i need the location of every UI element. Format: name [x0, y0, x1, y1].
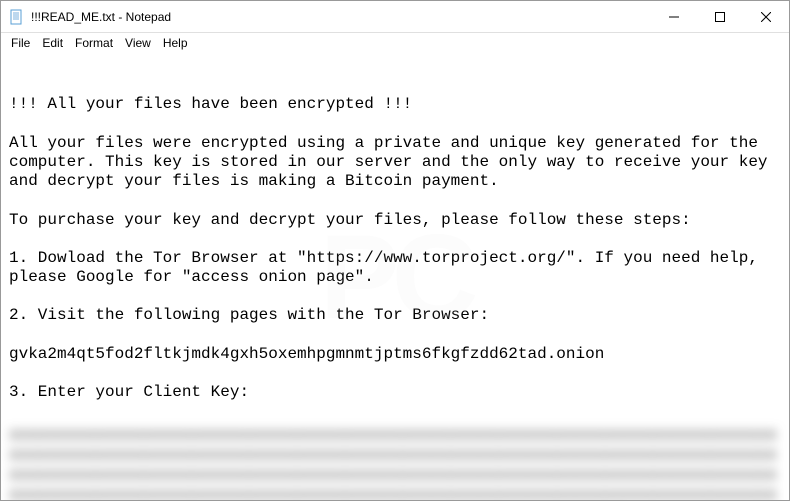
content-line: 2. Visit the following pages with the To…	[9, 306, 489, 324]
window-controls	[651, 1, 789, 32]
content-line: gvka2m4qt5fod2fltkjmdk4gxh5oxemhpgmnmtjp…	[9, 345, 604, 363]
menu-edit[interactable]: Edit	[36, 34, 69, 52]
maximize-button[interactable]	[697, 1, 743, 33]
content-line: 3. Enter your Client Key:	[9, 383, 249, 401]
content-line: To purchase your key and decrypt your fi…	[9, 211, 691, 229]
notepad-icon	[9, 9, 25, 25]
content-line: All your files were encrypted using a pr…	[9, 134, 777, 190]
content-line: 1. Dowload the Tor Browser at "https://w…	[9, 249, 768, 286]
minimize-button[interactable]	[651, 1, 697, 33]
titlebar[interactable]: !!!READ_ME.txt - Notepad	[1, 1, 789, 33]
menu-file[interactable]: File	[5, 34, 36, 52]
content-line: !!! All your files have been encrypted !…	[9, 95, 412, 113]
menu-help[interactable]: Help	[157, 34, 194, 52]
menu-view[interactable]: View	[119, 34, 157, 52]
window-title: !!!READ_ME.txt - Notepad	[31, 10, 651, 24]
notepad-window: !!!READ_ME.txt - Notepad File Edit Forma…	[0, 0, 790, 501]
menu-format[interactable]: Format	[69, 34, 119, 52]
text-area[interactable]: PC !!! All your files have been encrypte…	[1, 53, 789, 500]
client-key-blurred: XXXXXXXXXXXXXXXXXXXXXXXXXXXXXXXXXXXXXXXX…	[9, 426, 781, 500]
menubar: File Edit Format View Help	[1, 33, 789, 53]
close-button[interactable]	[743, 1, 789, 33]
